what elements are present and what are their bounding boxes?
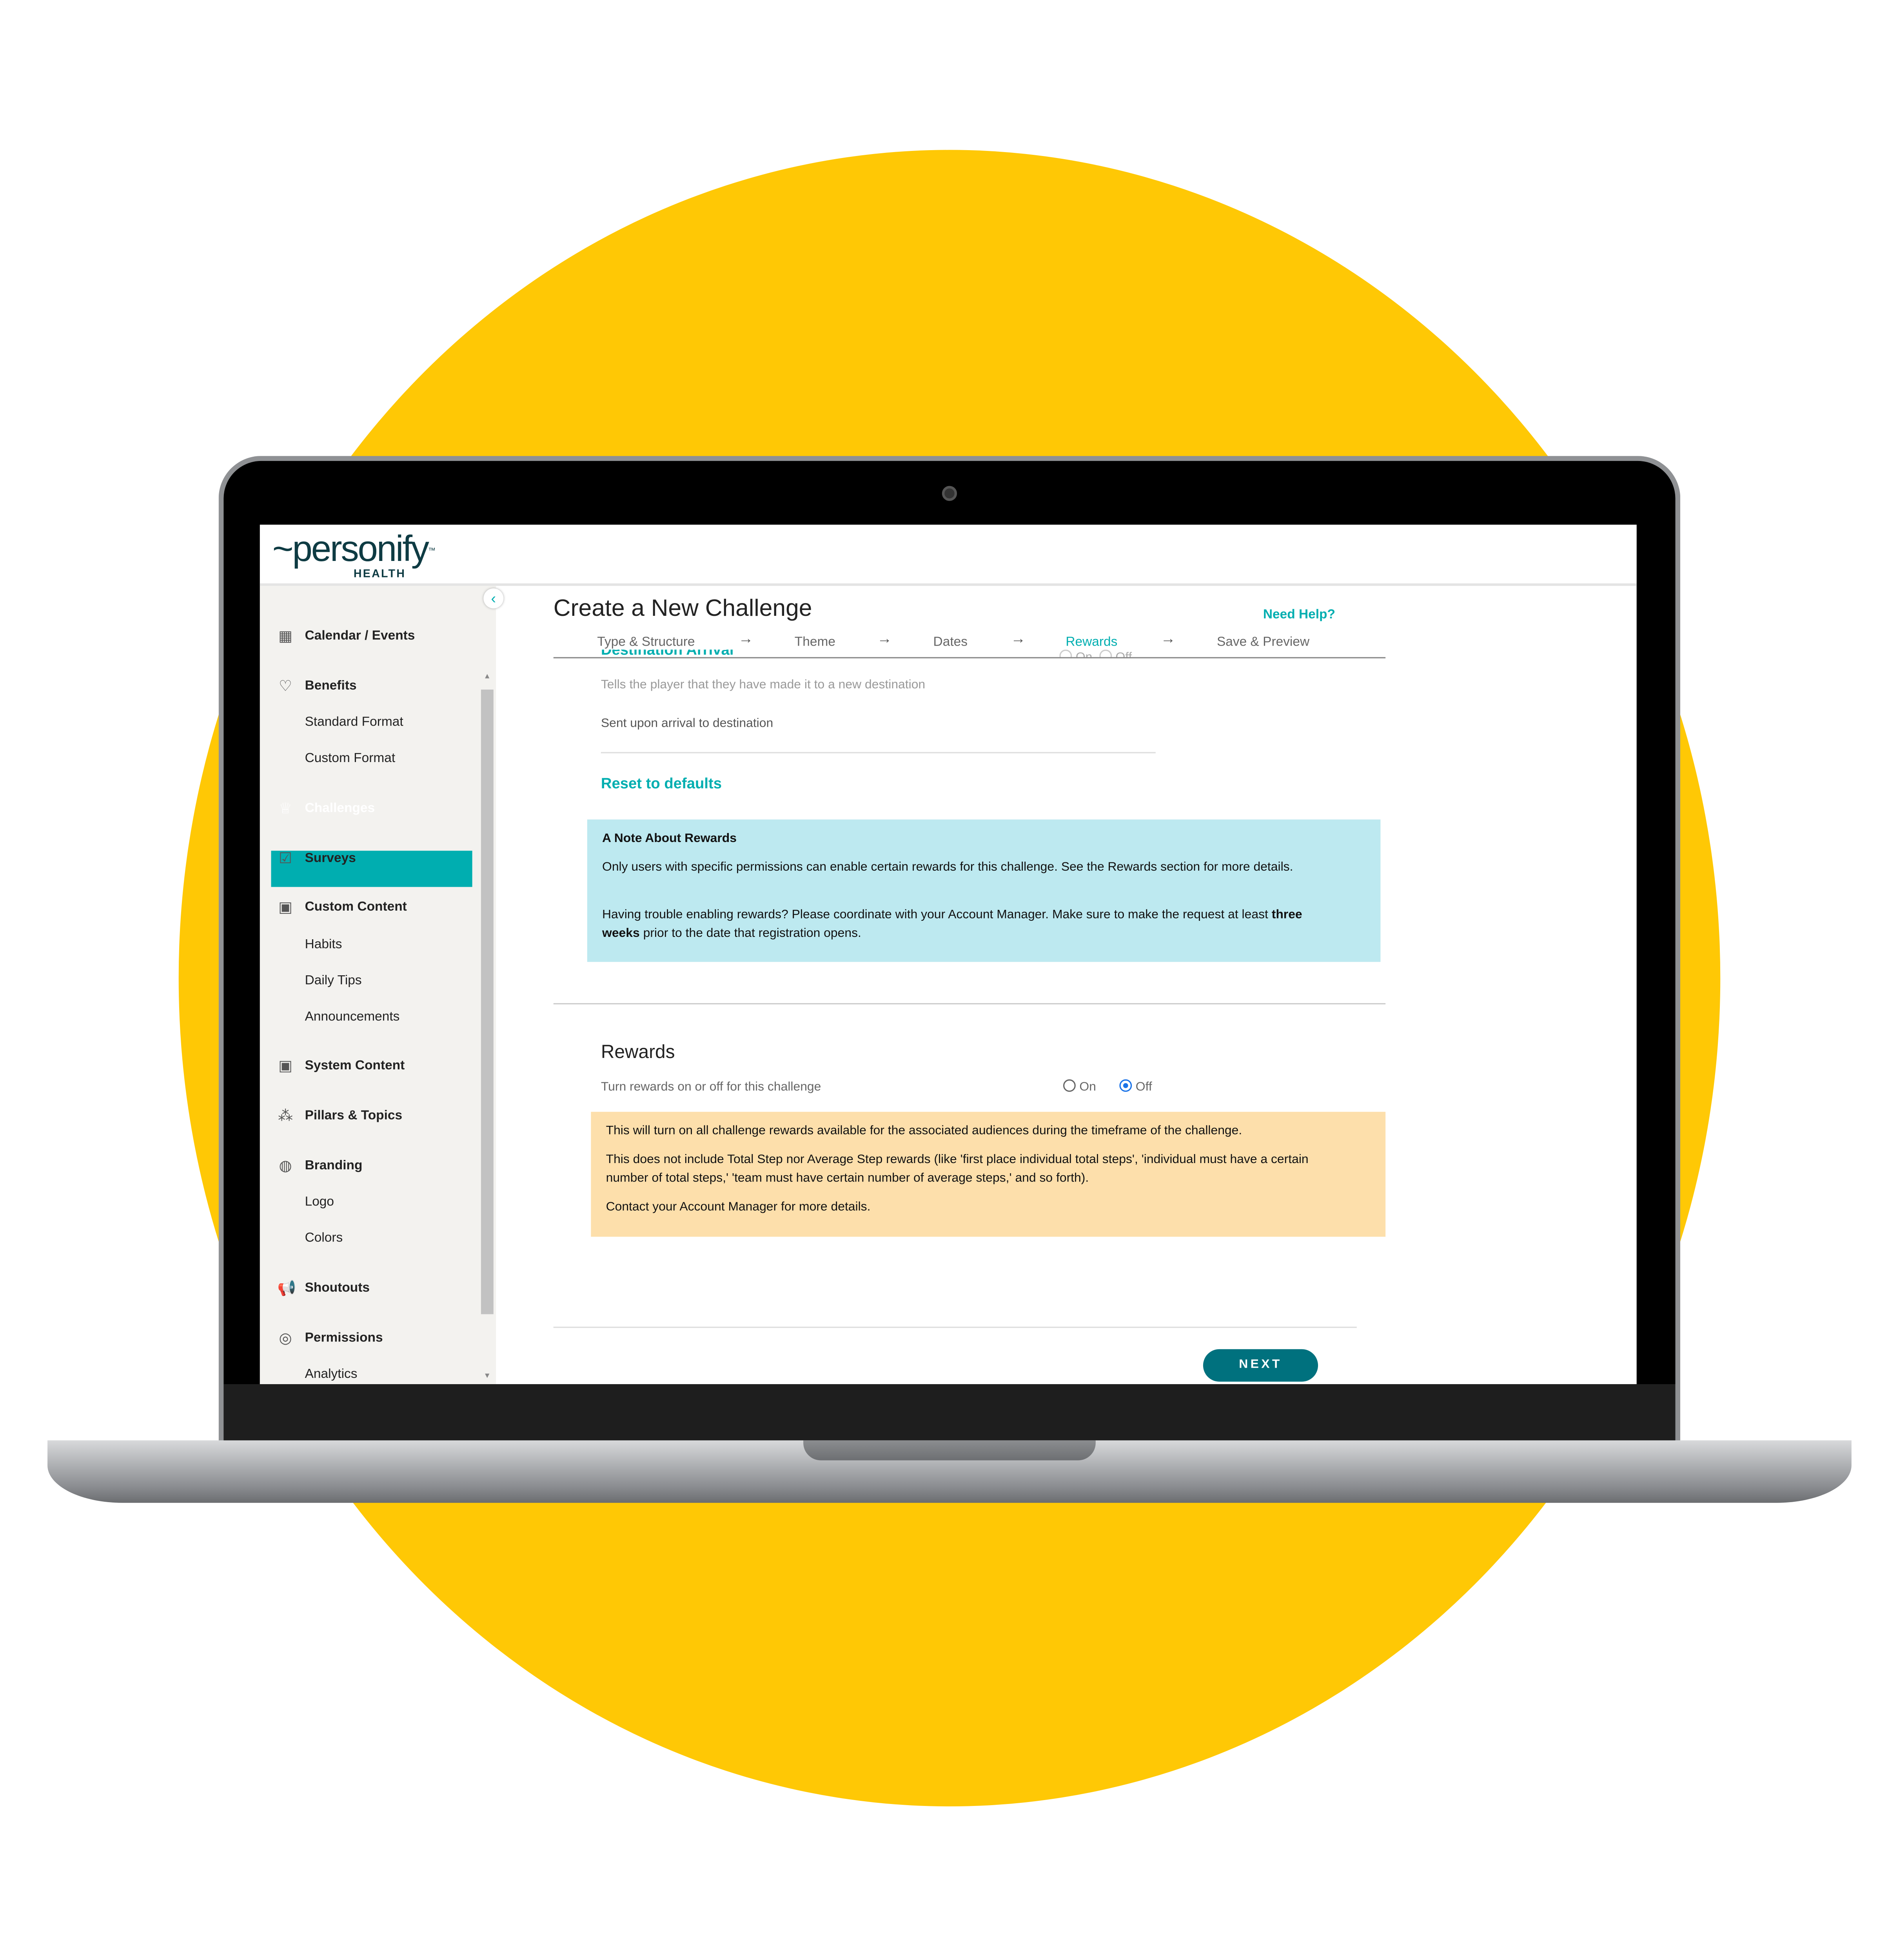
note-title: A Note About Rewards bbox=[602, 832, 737, 846]
personify-health-logo[interactable]: ~personify™ HEALTH bbox=[272, 530, 436, 579]
sidebar-item-label: Custom Format bbox=[305, 751, 396, 766]
destination-description: Tells the player that they have made it … bbox=[601, 678, 926, 692]
sidebar-item-label: Benefits bbox=[305, 678, 357, 693]
sidebar-item-label: Calendar / Events bbox=[305, 628, 415, 644]
calendar-icon: ▦ bbox=[278, 627, 293, 645]
collapse-sidebar-button[interactable]: ‹ bbox=[483, 588, 504, 608]
sidebar-item-label: Daily Tips bbox=[305, 973, 362, 988]
logo-tm: ™ bbox=[428, 548, 436, 556]
arrow-right-icon: → bbox=[738, 630, 753, 647]
sidebar-item-label: Challenges bbox=[305, 800, 375, 816]
sidebar-item-label: Permissions bbox=[305, 1330, 383, 1346]
rewards-title: Rewards bbox=[601, 1042, 675, 1063]
sidebar-item-label: Standard Format bbox=[305, 714, 403, 730]
box-icon: ▣ bbox=[278, 898, 293, 916]
sidebar-item-label: Pillars & Topics bbox=[305, 1108, 403, 1123]
sidebar-item-label: Announcements bbox=[305, 1009, 400, 1025]
step-save-preview[interactable]: Save & Preview bbox=[1217, 635, 1309, 650]
sidebar-item-label: Logo bbox=[305, 1194, 334, 1209]
footer-divider bbox=[553, 1327, 1357, 1328]
step-rewards[interactable]: Rewards bbox=[1066, 635, 1117, 650]
app-header: ~personify™ HEALTH bbox=[260, 524, 1637, 586]
active-item-highlight bbox=[271, 851, 472, 887]
network-icon: ⁂ bbox=[278, 1107, 293, 1125]
rewards-description: Turn rewards on or off for this challeng… bbox=[601, 1080, 821, 1094]
need-help-link[interactable]: Need Help? bbox=[1263, 607, 1335, 622]
scroll-down-icon[interactable]: ▼ bbox=[483, 1373, 491, 1380]
note-paragraph-1: Only users with specific permissions can… bbox=[602, 860, 1293, 875]
step-theme[interactable]: Theme bbox=[795, 635, 835, 650]
arrow-right-icon: → bbox=[1011, 630, 1026, 647]
chevron-left-icon: ‹ bbox=[491, 590, 496, 607]
user-shield-icon: ◎ bbox=[279, 1329, 292, 1347]
logo-word: personify bbox=[292, 530, 429, 570]
sidebar-item-label: Colors bbox=[305, 1230, 343, 1246]
note-paragraph-2: Having trouble enabling rewards? Please … bbox=[602, 908, 1302, 941]
reset-to-defaults-link[interactable]: Reset to defaults bbox=[601, 775, 722, 792]
sidebar-item-label: System Content bbox=[305, 1058, 405, 1073]
arrow-right-icon: → bbox=[877, 630, 892, 647]
box-icon: ▣ bbox=[278, 1057, 293, 1074]
page-title: Create a New Challenge bbox=[553, 596, 812, 622]
step-type-structure[interactable]: Type & Structure bbox=[597, 635, 695, 650]
stethoscope-icon: ♡ bbox=[279, 677, 292, 695]
stage: ~personify™ HEALTH ▲ ▼ ▦ Calendar / Event… bbox=[0, 0, 1899, 1960]
sidebar-item-label: Custom Content bbox=[305, 899, 407, 915]
rewards-warning-box: This will turn on all challenge rewards … bbox=[591, 1112, 1386, 1237]
scroll-up-icon[interactable]: ▲ bbox=[483, 673, 491, 681]
destination-message: Sent upon arrival to destination bbox=[601, 717, 773, 731]
warning-paragraph-1: This will turn on all challenge rewards … bbox=[606, 1124, 1242, 1138]
sidebar-item-label: Surveys bbox=[305, 851, 356, 866]
trophy-icon: ♕ bbox=[279, 799, 292, 817]
laptop-notch bbox=[803, 1440, 1096, 1461]
clipboard-icon: ☑ bbox=[279, 849, 292, 867]
section-divider bbox=[553, 1003, 1386, 1005]
rewards-off-radio[interactable]: Off bbox=[1119, 1079, 1152, 1094]
rewards-note-box: A Note About Rewards Only users with spe… bbox=[587, 819, 1381, 962]
sidebar-item-label: Analytics bbox=[305, 1367, 358, 1382]
sidebar: ▲ ▼ ▦ Calendar / Events ♡ Benefits Standard … bbox=[260, 586, 496, 1384]
step-dates[interactable]: Dates bbox=[933, 635, 968, 650]
sidebar-item-label: Shoutouts bbox=[305, 1280, 370, 1296]
logo-sub: HEALTH bbox=[353, 567, 406, 580]
warning-paragraph-3: Contact your Account Manager for more de… bbox=[606, 1200, 871, 1214]
next-button[interactable]: NEXT bbox=[1203, 1349, 1318, 1382]
sidebar-item-label: Branding bbox=[305, 1158, 363, 1173]
palette-icon: ◍ bbox=[279, 1156, 292, 1174]
warning-paragraph-2: This does not include Total Step nor Ave… bbox=[606, 1153, 1309, 1186]
arrow-right-icon: → bbox=[1160, 630, 1176, 647]
laptop-hinge bbox=[223, 1384, 1676, 1442]
sidebar-item-label: Habits bbox=[305, 937, 342, 952]
webcam bbox=[942, 486, 957, 501]
rewards-on-radio[interactable]: On bbox=[1063, 1079, 1096, 1094]
steps-divider bbox=[553, 657, 1386, 659]
megaphone-icon: 📢 bbox=[277, 1279, 296, 1297]
app-screen: ~personify™ HEALTH ▲ ▼ ▦ Calendar / Event… bbox=[260, 524, 1637, 1384]
sidebar-scrollbar[interactable] bbox=[481, 690, 494, 1314]
divider bbox=[601, 752, 1156, 753]
